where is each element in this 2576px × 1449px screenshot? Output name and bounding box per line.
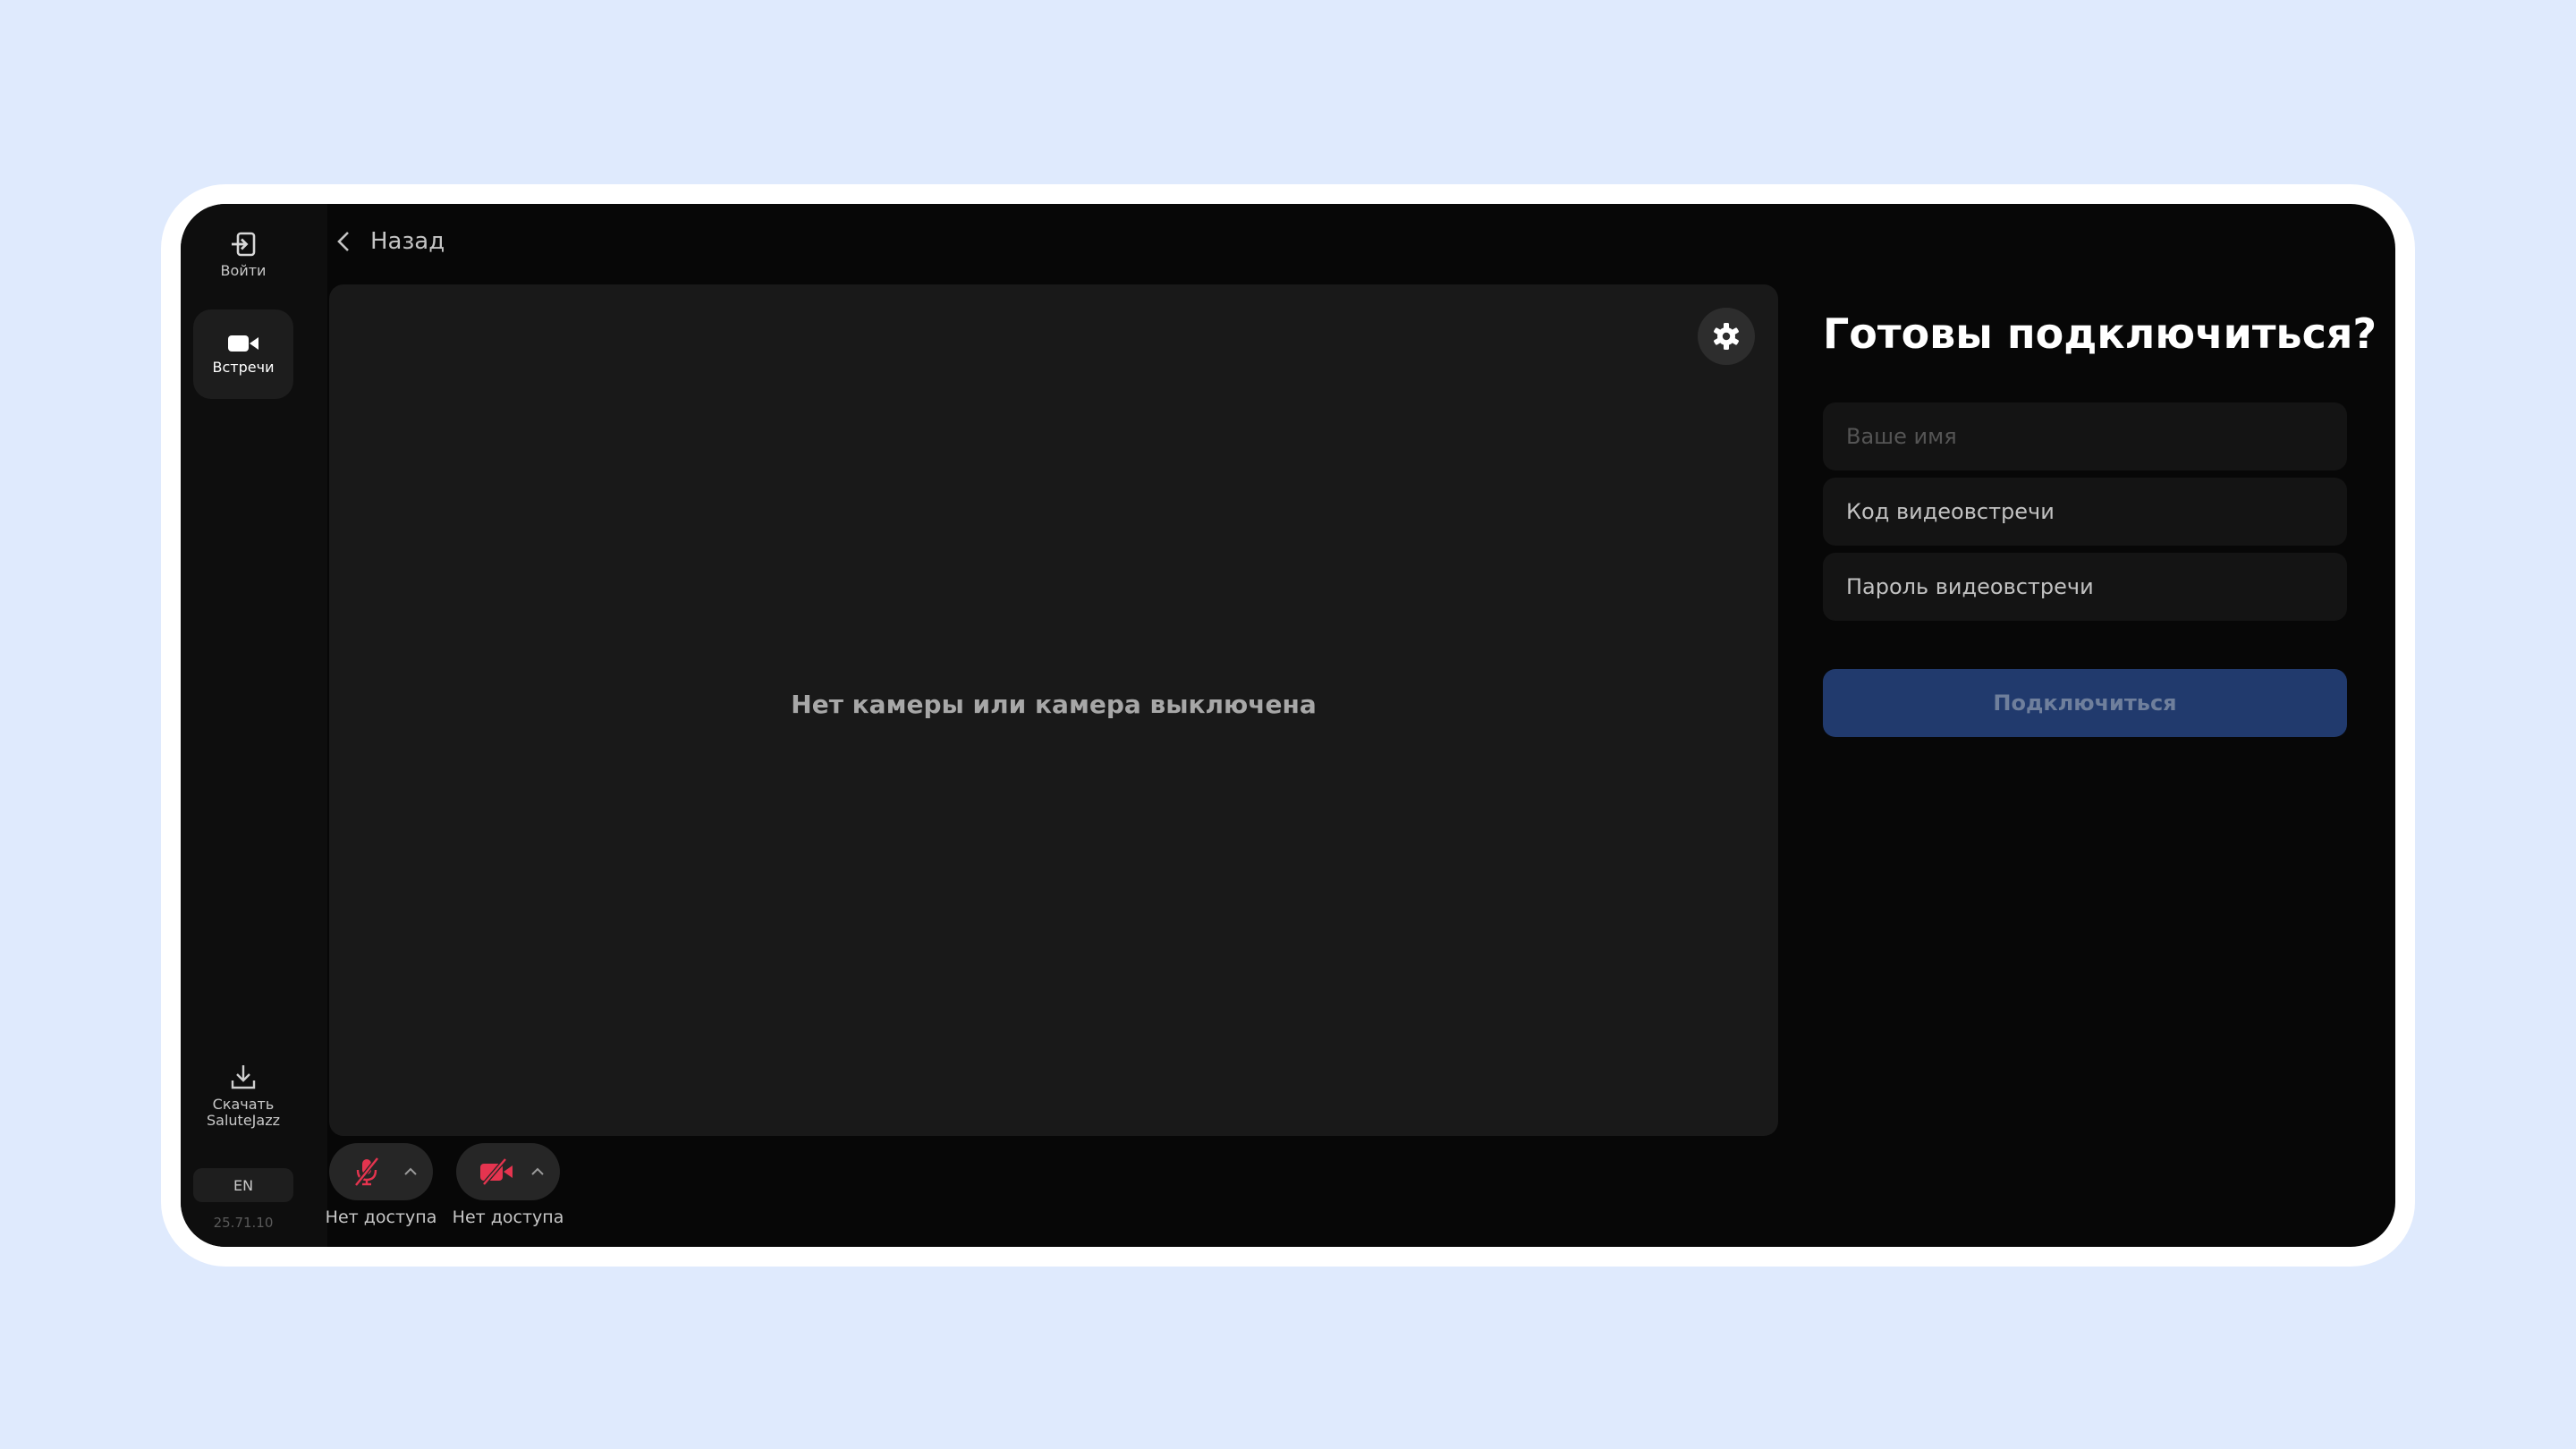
download-label-line2: SaluteJazz: [207, 1112, 280, 1129]
video-camera-icon: [228, 335, 258, 352]
settings-button[interactable]: [1698, 308, 1755, 365]
device-frame: Войти Встречи Скачать SaluteJazz EN 25.7…: [161, 184, 2415, 1267]
meeting-code-input[interactable]: [1823, 478, 2347, 546]
sidebar-item-download[interactable]: Скачать SaluteJazz: [193, 1063, 293, 1143]
camera-off-icon: [480, 1158, 513, 1185]
sidebar-item-login[interactable]: Войти: [193, 231, 293, 293]
video-preview: Нет камеры или камера выключена: [329, 284, 1778, 1136]
sidebar-item-label: Встречи: [212, 359, 275, 376]
microphone-status: Нет доступа: [325, 1208, 437, 1227]
chevron-up-icon[interactable]: [402, 1166, 419, 1177]
microphone-control: Нет доступа: [326, 1143, 436, 1227]
camera-toggle-button[interactable]: [456, 1143, 560, 1200]
language-switch-button[interactable]: EN: [193, 1168, 293, 1202]
sidebar-item-meetings[interactable]: Встречи: [193, 309, 293, 399]
download-icon: [231, 1065, 256, 1089]
meeting-password-input[interactable]: [1823, 553, 2347, 621]
app-version: 25.71.10: [213, 1215, 274, 1231]
connect-button[interactable]: Подключиться: [1823, 669, 2347, 737]
sidebar: Войти Встречи Скачать SaluteJazz EN 25.7…: [181, 204, 327, 1247]
back-label: Назад: [370, 228, 445, 255]
chevron-left-icon: [337, 232, 349, 251]
microphone-toggle-button[interactable]: [329, 1143, 433, 1200]
app-window: Войти Встречи Скачать SaluteJazz EN 25.7…: [181, 204, 2395, 1247]
name-input[interactable]: [1823, 402, 2347, 470]
sidebar-item-label: Войти: [220, 262, 267, 279]
gear-icon: [1714, 323, 1739, 350]
sign-in-icon: [232, 232, 256, 257]
camera-status: Нет доступа: [452, 1208, 564, 1227]
camera-control: Нет доступа: [453, 1143, 564, 1227]
chevron-up-icon[interactable]: [530, 1166, 546, 1177]
sidebar-item-label: Скачать SaluteJazz: [207, 1097, 280, 1129]
back-link[interactable]: Назад: [331, 224, 445, 259]
microphone-off-icon: [354, 1157, 379, 1187]
download-label-line1: Скачать: [212, 1096, 275, 1113]
no-camera-message: Нет камеры или камера выключена: [791, 689, 1317, 719]
page-title: Готовы подключиться?: [1823, 309, 2377, 358]
